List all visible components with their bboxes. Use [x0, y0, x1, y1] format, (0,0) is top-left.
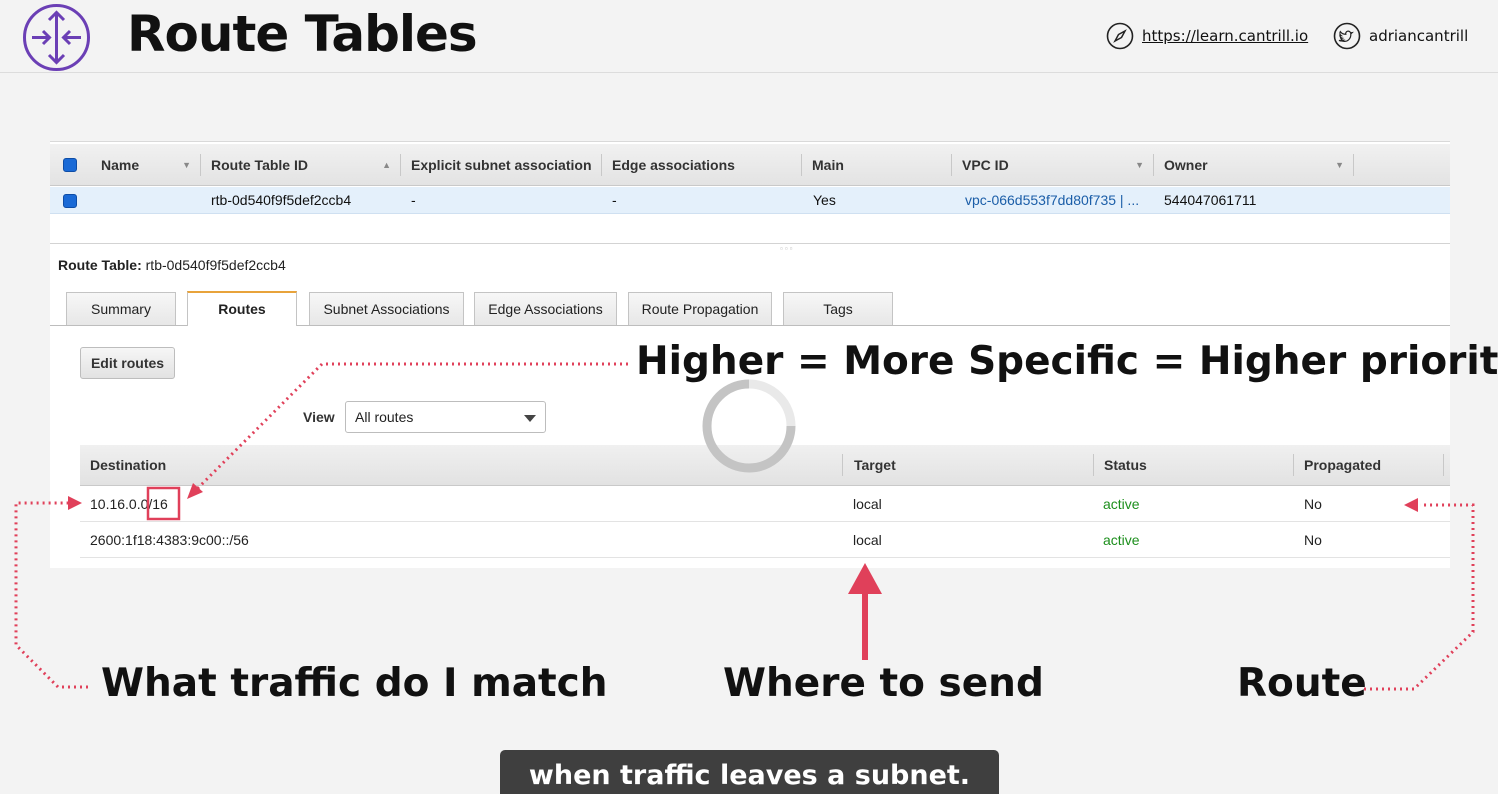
route-target: local	[853, 496, 882, 512]
view-label: View	[303, 409, 335, 425]
router-logo-icon	[23, 4, 90, 71]
cell-route-table-id: rtb-0d540f9f5def2ccb4	[211, 192, 352, 208]
chevron-down-icon	[524, 415, 536, 422]
twitter-handle[interactable]: adriancantrill	[1369, 27, 1468, 45]
cell-vpc-id-link[interactable]: vpc-066d553f7dd80f735 | ...	[965, 187, 1139, 214]
tab-edge-associations[interactable]: Edge Associations	[474, 292, 617, 325]
annotation-match: What traffic do I match	[101, 661, 608, 706]
twitter-link[interactable]: adriancantrill	[1333, 22, 1468, 50]
detail-tabs: Summary Routes Subnet Associations Edge …	[50, 291, 1450, 326]
route-table-row[interactable]: rtb-0d540f9f5def2ccb4 - - Yes vpc-066d55…	[50, 187, 1450, 214]
route-status: active	[1103, 496, 1140, 512]
view-select[interactable]: All routes	[345, 401, 546, 433]
cell-edge-associations: -	[612, 192, 617, 208]
cell-main: Yes	[813, 192, 836, 208]
col-status[interactable]: Status	[1094, 445, 1294, 486]
route-row[interactable]: 2600:1f18:4383:9c00::/56 local active No	[80, 522, 1450, 558]
cell-owner: 544047061711	[1164, 192, 1257, 208]
slide-title: Route Tables	[127, 5, 478, 63]
col-route-table-id[interactable]: Route Table ID ▲	[201, 144, 401, 186]
resize-handle-icon[interactable]: ▫▫▫	[780, 244, 795, 253]
col-edge-associations[interactable]: Edge associations	[602, 144, 802, 186]
detail-value: rtb-0d540f9f5def2ccb4	[145, 257, 286, 273]
tab-subnet-associations[interactable]: Subnet Associations	[309, 292, 464, 325]
route-table-grid-header: Name ▼ Route Table ID ▲ Explicit subnet as…	[50, 144, 1450, 186]
subtitle-caption: when traffic leaves a subnet.	[500, 750, 999, 794]
col-vpc-id[interactable]: VPC ID ▼	[952, 144, 1154, 186]
col-owner[interactable]: Owner ▼	[1154, 144, 1354, 186]
col-main[interactable]: Main	[802, 144, 952, 186]
col-explicit-subnet-association[interactable]: Explicit subnet association	[401, 144, 602, 186]
edit-routes-button[interactable]: Edit routes	[80, 347, 175, 379]
route-destination: 10.16.0.0/16	[90, 496, 168, 512]
tab-route-propagation[interactable]: Route Propagation	[628, 292, 772, 325]
route-propagated: No	[1304, 532, 1322, 548]
view-selected-value: All routes	[355, 409, 414, 425]
tab-routes[interactable]: Routes	[187, 291, 297, 326]
annotation-route: Route	[1237, 661, 1367, 706]
cell-explicit-subnet-association: -	[411, 192, 416, 208]
route-row[interactable]: 10.16.0.0/16 local active No	[80, 486, 1450, 522]
route-table-detail-label: Route Table: rtb-0d540f9f5def2ccb4	[58, 257, 286, 273]
route-propagated: No	[1304, 496, 1322, 512]
annotation-where: Where to send	[723, 661, 1044, 706]
col-name[interactable]: Name ▼	[91, 144, 201, 186]
site-url[interactable]: https://learn.cantrill.io	[1142, 27, 1308, 45]
col-target[interactable]: Target	[844, 445, 1094, 486]
route-target: local	[853, 532, 882, 548]
site-link[interactable]: https://learn.cantrill.io	[1106, 22, 1308, 50]
loading-spinner-icon	[702, 379, 796, 473]
compass-icon	[1106, 22, 1134, 50]
select-all-checkbox[interactable]	[63, 158, 77, 172]
row-checkbox[interactable]	[63, 194, 77, 208]
col-propagated[interactable]: Propagated	[1294, 445, 1444, 486]
pane-resize-divider[interactable]	[50, 243, 1450, 244]
route-destination: 2600:1f18:4383:9c00::/56	[90, 532, 249, 548]
slide-header: Route Tables https://learn.cantrill.io a…	[0, 0, 1498, 73]
annotation-priority: Higher = More Specific = Higher priority	[636, 339, 1498, 384]
detail-label: Route Table:	[58, 257, 142, 273]
twitter-icon	[1333, 22, 1361, 50]
tab-summary[interactable]: Summary	[66, 292, 176, 325]
route-status: active	[1103, 532, 1140, 548]
tab-tags[interactable]: Tags	[783, 292, 893, 325]
